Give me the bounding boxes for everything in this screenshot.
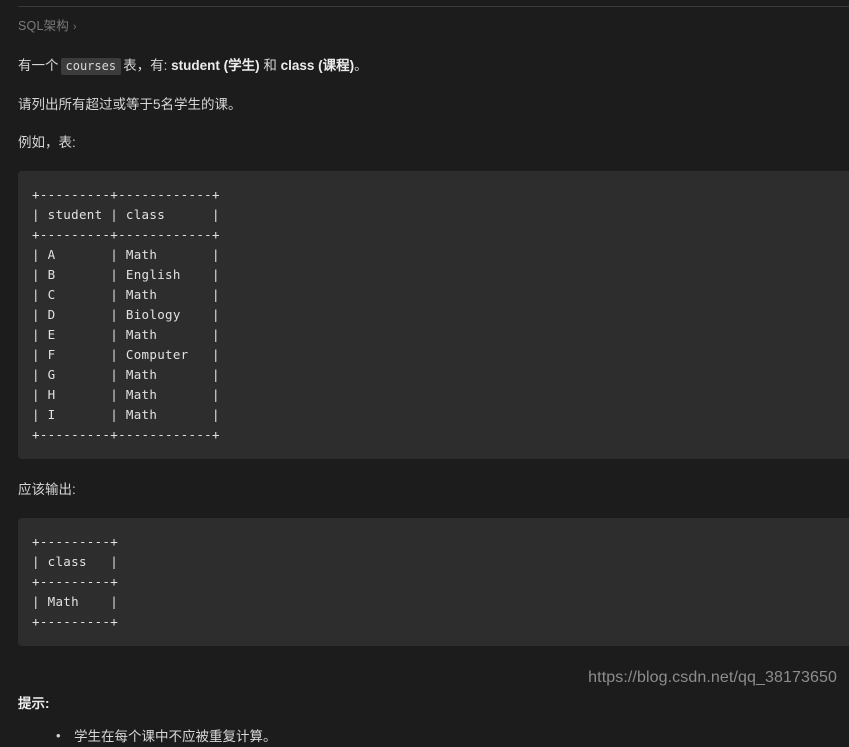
- output-label-area: 应该输出:: [0, 459, 849, 500]
- intro-text-mid: 和: [259, 58, 281, 73]
- output-codeblock-wrap: +---------+ | class | +---------+ | Math…: [0, 518, 849, 646]
- output-codeblock: +---------+ | class | +---------+ | Math…: [18, 518, 849, 646]
- intro-text-part2: 表，有:: [123, 58, 172, 73]
- hint-list: 学生在每个课中不应被重复计算。: [18, 714, 831, 747]
- example-codeblock-wrap: +---------+------------+ | student | cla…: [0, 171, 849, 459]
- intro-paragraph: 有一个 courses 表，有: student (学生) 和 class (课程)…: [18, 35, 831, 77]
- hint-area: 提示: 学生在每个课中不应被重复计算。: [0, 646, 849, 747]
- intro-text-part1: 有一个: [18, 58, 59, 73]
- intro-bold-class: class (课程): [280, 58, 355, 73]
- page-root: SQL架构 › 有一个 courses 表，有: student (学生) 和 cla…: [0, 0, 849, 746]
- chevron-right-icon: ›: [73, 21, 77, 33]
- example-label: 例如，表:: [18, 135, 76, 150]
- output-label: 应该输出:: [18, 482, 76, 497]
- top-divider: [18, 6, 849, 7]
- breadcrumb-item-sql-schema[interactable]: SQL架构: [18, 19, 69, 33]
- inline-code-courses: courses: [60, 58, 122, 75]
- watermark-url: https://blog.csdn.net/qq_38173650: [588, 669, 837, 686]
- intro-bold-student: student (学生): [171, 58, 260, 73]
- content-area: SQL架构 › 有一个 courses 表，有: student (学生) 和 cla…: [0, 0, 849, 153]
- list-item: 学生在每个课中不应被重复计算。: [56, 725, 831, 747]
- output-table-text: +---------+ | class | +---------+ | Math…: [32, 534, 119, 629]
- example-codeblock: +---------+------------+ | student | cla…: [18, 171, 849, 459]
- requirement-paragraph: 请列出所有超过或等于5名学生的课。: [18, 97, 242, 112]
- example-table-text: +---------+------------+ | student | cla…: [32, 187, 220, 442]
- intro-text-end: 。: [354, 58, 368, 73]
